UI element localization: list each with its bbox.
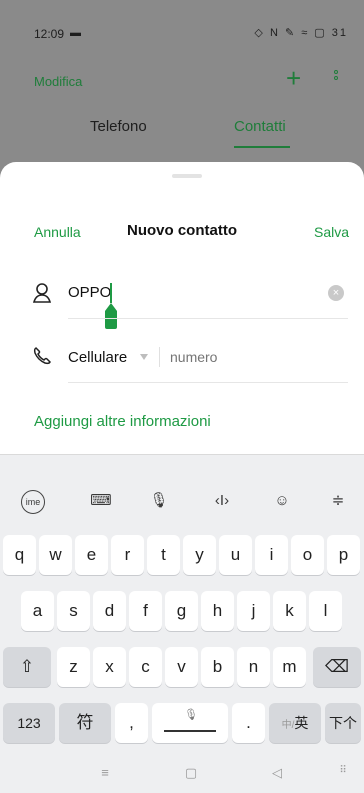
text-cursor-icon[interactable]: ‹I› — [209, 490, 235, 512]
tab-bar — [0, 117, 364, 157]
divider — [68, 318, 348, 319]
phone-type-select[interactable]: Cellulare — [68, 349, 127, 366]
microphone-icon[interactable]: 🎙 — [146, 490, 172, 512]
key-g[interactable]: g — [165, 591, 198, 631]
key-h[interactable]: h — [201, 591, 234, 631]
key-t[interactable]: t — [147, 535, 180, 575]
key-d[interactable]: d — [93, 591, 126, 631]
divider — [68, 382, 348, 383]
person-icon — [32, 283, 52, 303]
home-icon[interactable]: ▢ — [178, 765, 204, 781]
sheet-drag-handle[interactable] — [172, 174, 202, 178]
key-o[interactable]: o — [291, 535, 324, 575]
key-e[interactable]: e — [75, 535, 108, 575]
save-button[interactable]: Salva — [314, 224, 349, 240]
back-icon[interactable]: ◁ — [264, 765, 290, 781]
collapse-keyboard-icon[interactable]: ≑ — [325, 490, 351, 512]
active-tab-indicator — [234, 146, 290, 148]
key-u[interactable]: u — [219, 535, 252, 575]
key-f[interactable]: f — [129, 591, 162, 631]
key-b[interactable]: b — [201, 647, 234, 687]
clear-icon[interactable]: × — [328, 285, 344, 301]
new-contact-sheet — [0, 162, 364, 454]
chevron-down-icon[interactable] — [140, 354, 148, 360]
key-l[interactable]: l — [309, 591, 342, 631]
vertical-divider — [159, 347, 160, 367]
key-c[interactable]: c — [129, 647, 162, 687]
space-key[interactable]: 🎙 — [152, 703, 228, 743]
menu-icon[interactable]: ≡ — [92, 765, 118, 780]
backspace-key-icon[interactable]: ⌫ — [313, 647, 361, 687]
text-cursor — [110, 283, 112, 303]
key-y[interactable]: y — [183, 535, 216, 575]
symbols-key[interactable]: 符 — [59, 703, 111, 743]
space-bar-icon — [164, 730, 216, 732]
add-more-info-link[interactable]: Aggiungi altre informazioni — [34, 413, 211, 430]
key-z[interactable]: z — [57, 647, 90, 687]
keyboard-switch-icon[interactable]: ⠿ — [330, 765, 356, 776]
key-s[interactable]: s — [57, 591, 90, 631]
space-microphone-icon: 🎙 — [184, 709, 198, 721]
phone-icon — [33, 347, 51, 365]
key-a[interactable]: a — [21, 591, 54, 631]
plus-icon[interactable]: + — [286, 64, 301, 92]
key-w[interactable]: w — [39, 535, 72, 575]
comma-key[interactable]: , — [115, 703, 148, 743]
emoji-icon[interactable]: ☺ — [269, 490, 295, 512]
key-p[interactable]: p — [327, 535, 360, 575]
more-icon[interactable] — [334, 70, 338, 86]
key-k[interactable]: k — [273, 591, 306, 631]
key-m[interactable]: m — [273, 647, 306, 687]
period-key[interactable]: . — [232, 703, 265, 743]
key-j[interactable]: j — [237, 591, 270, 631]
ime-icon[interactable]: ime — [21, 490, 45, 514]
key-i[interactable]: i — [255, 535, 288, 575]
language-key[interactable]: 中/英 — [269, 703, 321, 743]
name-field[interactable] — [68, 284, 298, 301]
key-q[interactable]: q — [3, 535, 36, 575]
tab-telefono[interactable]: Telefono — [90, 118, 147, 135]
tab-contatti[interactable]: Contatti — [234, 118, 286, 135]
key-x[interactable]: x — [93, 647, 126, 687]
modifica-button[interactable]: Modifica — [34, 74, 82, 89]
dialog-title: Nuovo contatto — [127, 222, 237, 239]
number-field[interactable] — [170, 349, 340, 365]
status-time: 12:09 — [34, 27, 65, 41]
key-r[interactable]: r — [111, 535, 144, 575]
next-key[interactable]: 下个 — [325, 703, 361, 743]
status-icons: ◇ N ✎ ≈ ▢ 31 — [254, 27, 348, 39]
keyboard-icon[interactable]: ⌨ — [88, 490, 114, 512]
status-bar: 12:09 ▬ ◇ N ✎ ≈ ▢ 31 — [0, 0, 364, 58]
key-v[interactable]: v — [165, 647, 198, 687]
numbers-key[interactable]: 123 — [3, 703, 55, 743]
message-icon: ▬ — [70, 27, 81, 39]
shift-key-icon[interactable]: ⇧ — [3, 647, 51, 687]
key-n[interactable]: n — [237, 647, 270, 687]
cursor-handle-icon[interactable] — [104, 303, 118, 329]
